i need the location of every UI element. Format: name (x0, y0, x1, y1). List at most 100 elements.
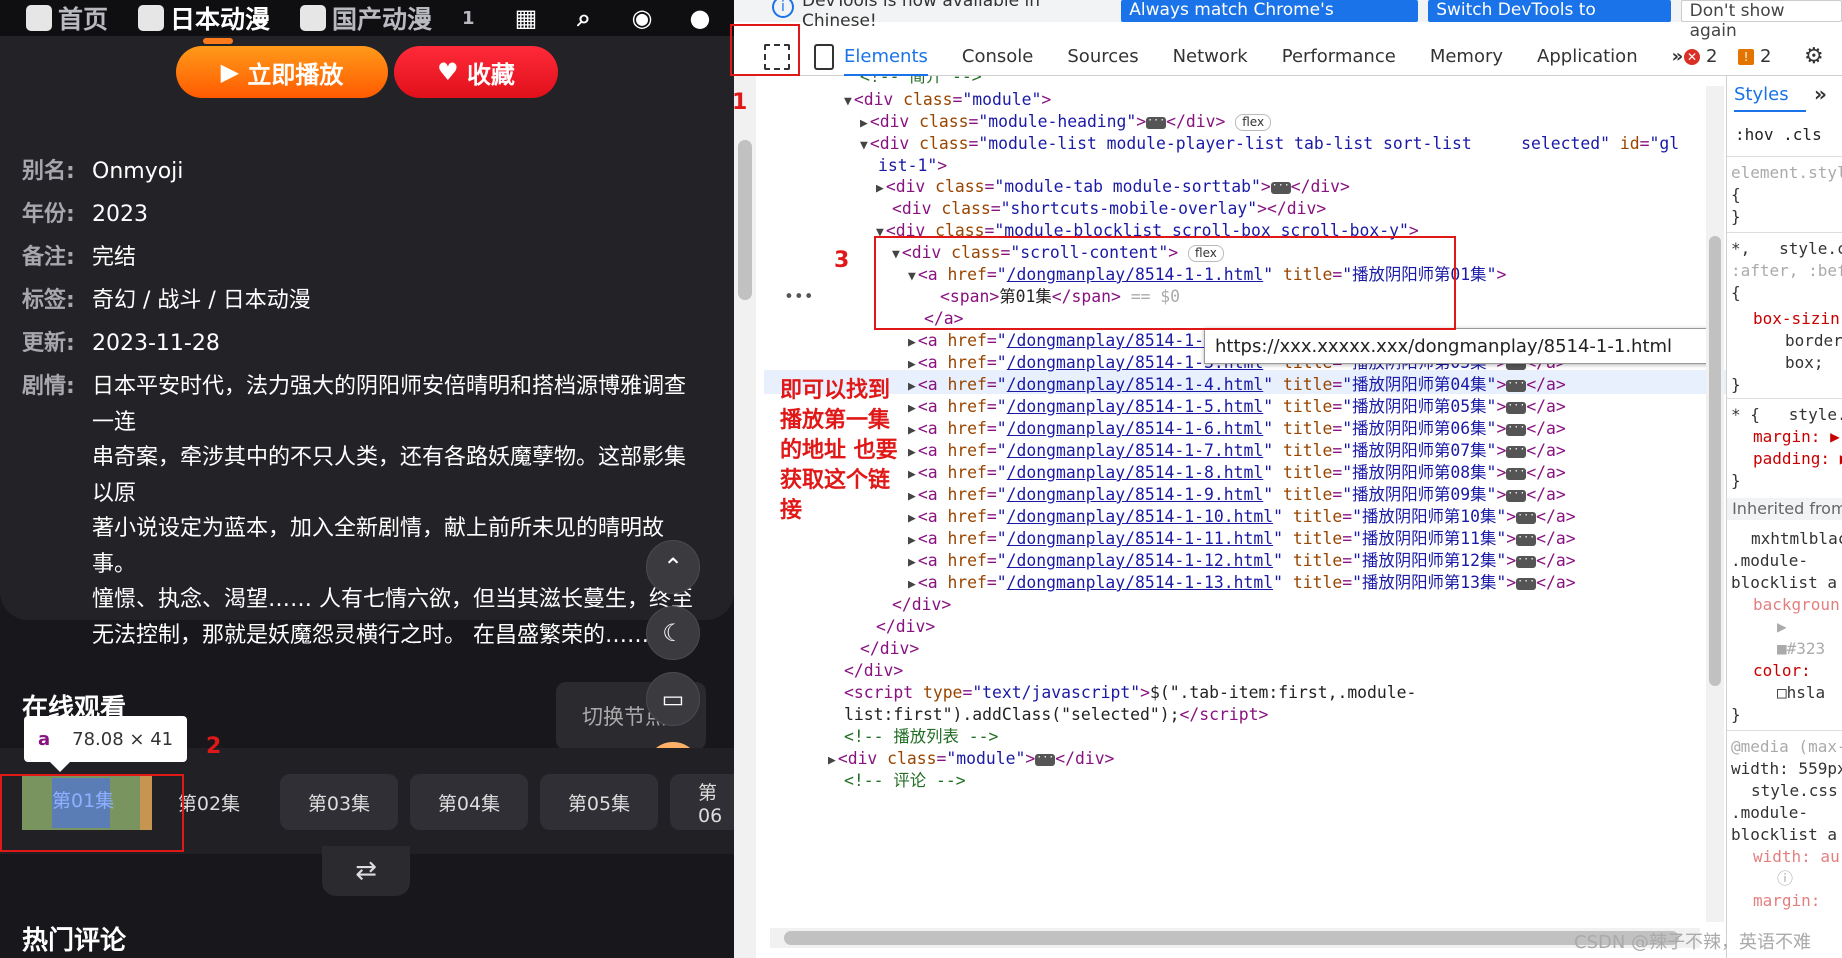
switch-chinese-button[interactable]: Switch DevTools to Chinese (1428, 0, 1671, 40)
collapsed-content-icon[interactable]: ··· (1506, 488, 1527, 502)
episode-4-button[interactable]: 第04集 (410, 774, 528, 830)
info-row: 标签: 奇幻 / 战斗 / 日本动漫 (22, 279, 712, 322)
episode-href[interactable]: /dongmanplay/8514-1-9.html (1007, 485, 1264, 504)
message-button[interactable]: ▭ (646, 672, 700, 726)
expand-triangle-icon[interactable]: ▶ (908, 511, 916, 526)
row-menu-icon[interactable]: ••• (784, 286, 814, 308)
tab-sources[interactable]: Sources (1067, 46, 1138, 67)
episode-href[interactable]: /dongmanplay/8514-1-11.html (1007, 529, 1273, 548)
tab-application[interactable]: Application (1537, 46, 1638, 67)
collapsed-content-icon[interactable]: ··· (1506, 466, 1527, 480)
code-line-episode-link[interactable]: ▶ <a href="/dongmanplay/8514-1-7.html" ti… (908, 440, 1566, 462)
expand-triangle-icon[interactable]: ▶ (908, 401, 916, 416)
collapsed-content-icon[interactable]: ··· (1516, 532, 1537, 546)
code-line-episode-link[interactable]: ▶ <a href="/dongmanplay/8514-1-13.html" t… (908, 572, 1576, 594)
episode-href[interactable]: /dongmanplay/8514-1-10.html (1007, 507, 1273, 526)
expand-triangle-icon[interactable]: ▶ (908, 555, 916, 570)
expand-triangle-icon[interactable]: ▶ (908, 379, 916, 394)
swap-order-button[interactable]: ⇄ (322, 846, 410, 896)
episode-3-button[interactable]: 第03集 (280, 774, 398, 830)
expand-triangle-icon[interactable]: ▶ (908, 335, 916, 350)
tab-styles[interactable]: Styles (1734, 84, 1789, 105)
tab-elements[interactable]: Elements (844, 36, 928, 77)
code-line[interactable]: <script type="text/javascript">$(".tab-i… (844, 682, 1416, 704)
plot-line: 日本平安时代，法力强大的阴阳师安倍晴明和搭档源博雅调查一连 (92, 374, 687, 435)
play-now-button[interactable]: ▶ 立即播放 (176, 46, 388, 98)
code-line[interactable]: ▶ <div class="module-tab module-sorttab">… (876, 176, 1350, 198)
dont-show-again-button[interactable]: Don't show again (1680, 0, 1842, 41)
play-circle-icon[interactable]: ◉ (628, 4, 656, 32)
collapsed-content-icon[interactable]: ··· (1506, 422, 1527, 436)
code-line-episode-link[interactable]: ▶ <a href="/dongmanplay/8514-1-11.html" t… (908, 528, 1576, 550)
more-style-tabs-icon[interactable]: » (1814, 82, 1827, 106)
scroll-top-button[interactable]: ⌃ (646, 540, 700, 594)
nav-more[interactable]: 1 (462, 8, 475, 29)
episode-href[interactable]: /dongmanplay/8514-1-7.html (1007, 441, 1264, 460)
style-rule: element.style (1731, 163, 1842, 182)
collapsed-content-icon[interactable]: ··· (1516, 510, 1537, 524)
episode-title: "播放阴阳师第04集" (1342, 375, 1497, 394)
code-line[interactable]: ▼ <div class="module-list module-player-l… (860, 133, 1679, 155)
episode-title: "播放阴阳师第11集" (1352, 529, 1507, 548)
nav-home[interactable]: 首页 (26, 0, 108, 36)
episode-href[interactable]: /dongmanplay/8514-1-4.html (1007, 375, 1264, 394)
nav-japan-anime[interactable]: 日本动漫 (138, 0, 270, 36)
elements-hscroll-thumb[interactable] (784, 931, 1679, 945)
expand-triangle-icon[interactable]: ▶ (908, 577, 916, 592)
episode-href[interactable]: /dongmanplay/8514-1-6.html (1007, 419, 1264, 438)
expand-triangle-icon[interactable]: ▶ (908, 357, 916, 372)
code-line-episode-link[interactable]: ▶ <a href="/dongmanplay/8514-1-10.html" t… (908, 506, 1576, 528)
warning-count[interactable]: ! 2 (1738, 46, 1771, 67)
code-line[interactable]: ▼ <div class="module"> (844, 89, 1051, 111)
error-count[interactable]: ✕ 2 (1684, 46, 1717, 67)
tab-performance[interactable]: Performance (1282, 46, 1396, 67)
favorite-button[interactable]: ♥ 收藏 (394, 46, 558, 98)
style-rule: .module- (1731, 551, 1809, 570)
grid-icon[interactable]: ▦ (512, 4, 540, 32)
code-line[interactable]: ▶ <div class="module-heading">···</div> f… (860, 111, 1272, 133)
code-line-episode-link[interactable]: ▶ <a href="/dongmanplay/8514-1-5.html" ti… (908, 396, 1566, 418)
search-icon[interactable]: ⌕ (570, 4, 598, 32)
expand-triangle-icon[interactable]: ▶ (908, 467, 916, 482)
episode-href[interactable]: /dongmanplay/8514-1-8.html (1007, 463, 1264, 482)
plot-line: 著小说设定为蓝本，加入全新剧情，献上前所未见的晴明故事。 (92, 516, 665, 577)
code-line-episode-link[interactable]: ▶ <a href="/dongmanplay/8514-1-6.html" ti… (908, 418, 1566, 440)
settings-gear-icon[interactable]: ⚙ (1804, 44, 1824, 69)
code-line: <!-- 简介 --> (860, 76, 982, 86)
expand-triangle-icon[interactable]: ▶ (908, 489, 916, 504)
device-toolbar-icon[interactable] (814, 44, 834, 70)
code-line-episode-link[interactable]: ▶ <a href="/dongmanplay/8514-1-12.html" t… (908, 550, 1576, 572)
code-line-episode-link[interactable]: ▶ <a href="/dongmanplay/8514-1-9.html" ti… (908, 484, 1566, 506)
code-line[interactable]: ▶ <div class="module">···</div> (828, 748, 1114, 770)
style-rule: border (1785, 331, 1842, 350)
collapsed-content-icon[interactable]: ··· (1506, 400, 1527, 414)
collapsed-content-icon[interactable]: ··· (1506, 444, 1527, 458)
code-line[interactable]: <div class="shortcuts-mobile-overlay"></… (892, 198, 1326, 220)
nav-japan-anime-label: 日本动漫 (170, 5, 271, 34)
expand-triangle-icon[interactable]: ▶ (908, 533, 916, 548)
expand-triangle-icon[interactable]: ▶ (908, 445, 916, 460)
episode-href[interactable]: /dongmanplay/8514-1-12.html (1007, 551, 1273, 570)
code-line-episode-link[interactable]: ▶ <a href="/dongmanplay/8514-1-4.html" ti… (908, 374, 1566, 396)
collapsed-content-icon[interactable]: ··· (1516, 554, 1537, 568)
dark-mode-button[interactable]: ☾ (646, 606, 700, 660)
hov-cls-filter[interactable]: :hov .cls (1735, 124, 1822, 146)
nav-china-anime[interactable]: 国产动漫 (300, 0, 432, 36)
collapsed-content-icon[interactable]: ··· (1516, 576, 1537, 590)
tab-console[interactable]: Console (962, 46, 1033, 67)
site-scrollbar-thumb[interactable] (738, 140, 752, 300)
episode-href[interactable]: /dongmanplay/8514-1-5.html (1007, 397, 1264, 416)
code-line-episode-link[interactable]: ▶ <a href="/dongmanplay/8514-1-8.html" ti… (908, 462, 1566, 484)
more-tabs-icon[interactable]: » (1672, 46, 1684, 67)
user-icon[interactable]: ● (686, 4, 714, 32)
match-language-button[interactable]: Always match Chrome's language (1121, 0, 1419, 40)
tab-network[interactable]: Network (1173, 46, 1248, 67)
expand-triangle-icon[interactable]: ▶ (908, 423, 916, 438)
episode-href[interactable]: /dongmanplay/8514-1-13.html (1007, 573, 1273, 592)
plot-line: 憧憬、执念、渴望…… 人有七情六欲，但当其滋长蔓生，终至 (92, 587, 693, 612)
episode-5-button[interactable]: 第05集 (540, 774, 658, 830)
collapsed-content-icon[interactable]: ··· (1506, 378, 1527, 392)
episode-6-button[interactable]: 第06 (670, 774, 734, 830)
elements-scroll-thumb[interactable] (1709, 236, 1721, 686)
tab-memory[interactable]: Memory (1430, 46, 1503, 67)
